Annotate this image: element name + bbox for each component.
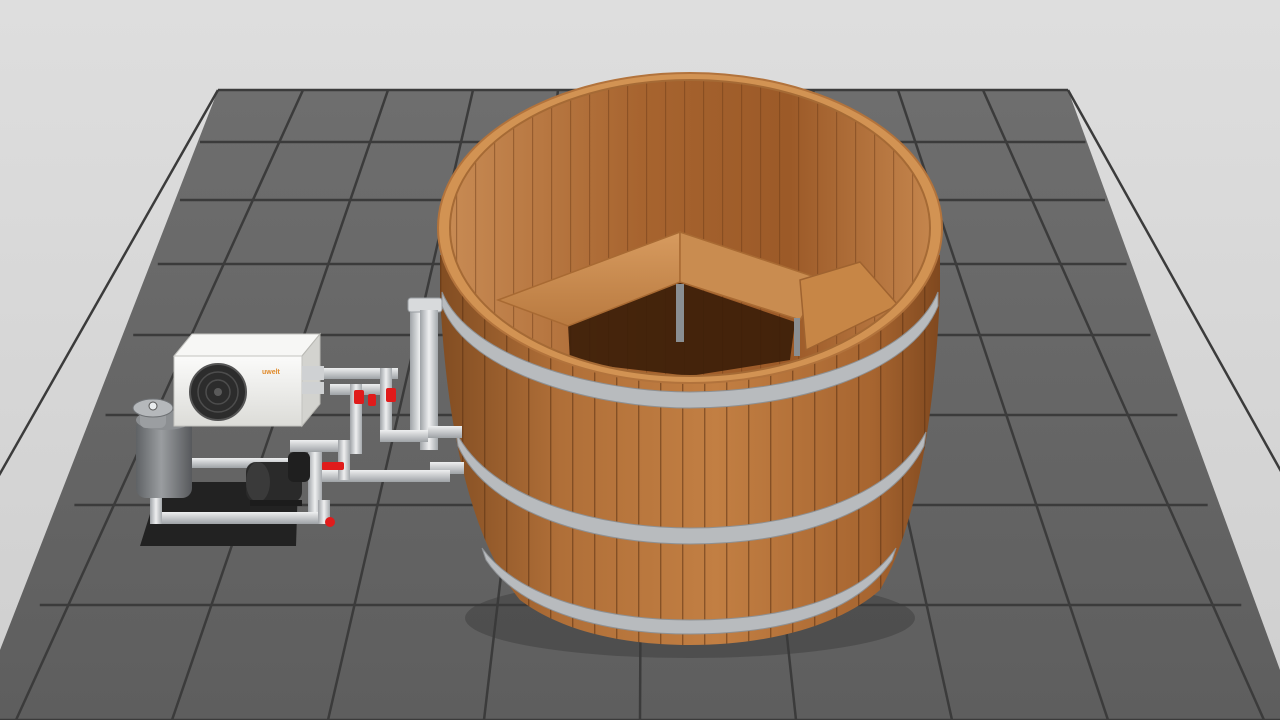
heat-pump-logo: uwelt [262, 369, 281, 376]
heat-pump-unit: uwelt [172, 332, 324, 428]
valve-red [322, 462, 344, 470]
bench-support [676, 284, 684, 342]
valve-red [354, 390, 364, 404]
wooden-barrel [437, 72, 943, 645]
filter-gauge-icon [148, 401, 158, 411]
valve-red [368, 394, 376, 406]
hot-tub-scene: uwelt [0, 0, 1280, 720]
valve-red [386, 388, 396, 402]
